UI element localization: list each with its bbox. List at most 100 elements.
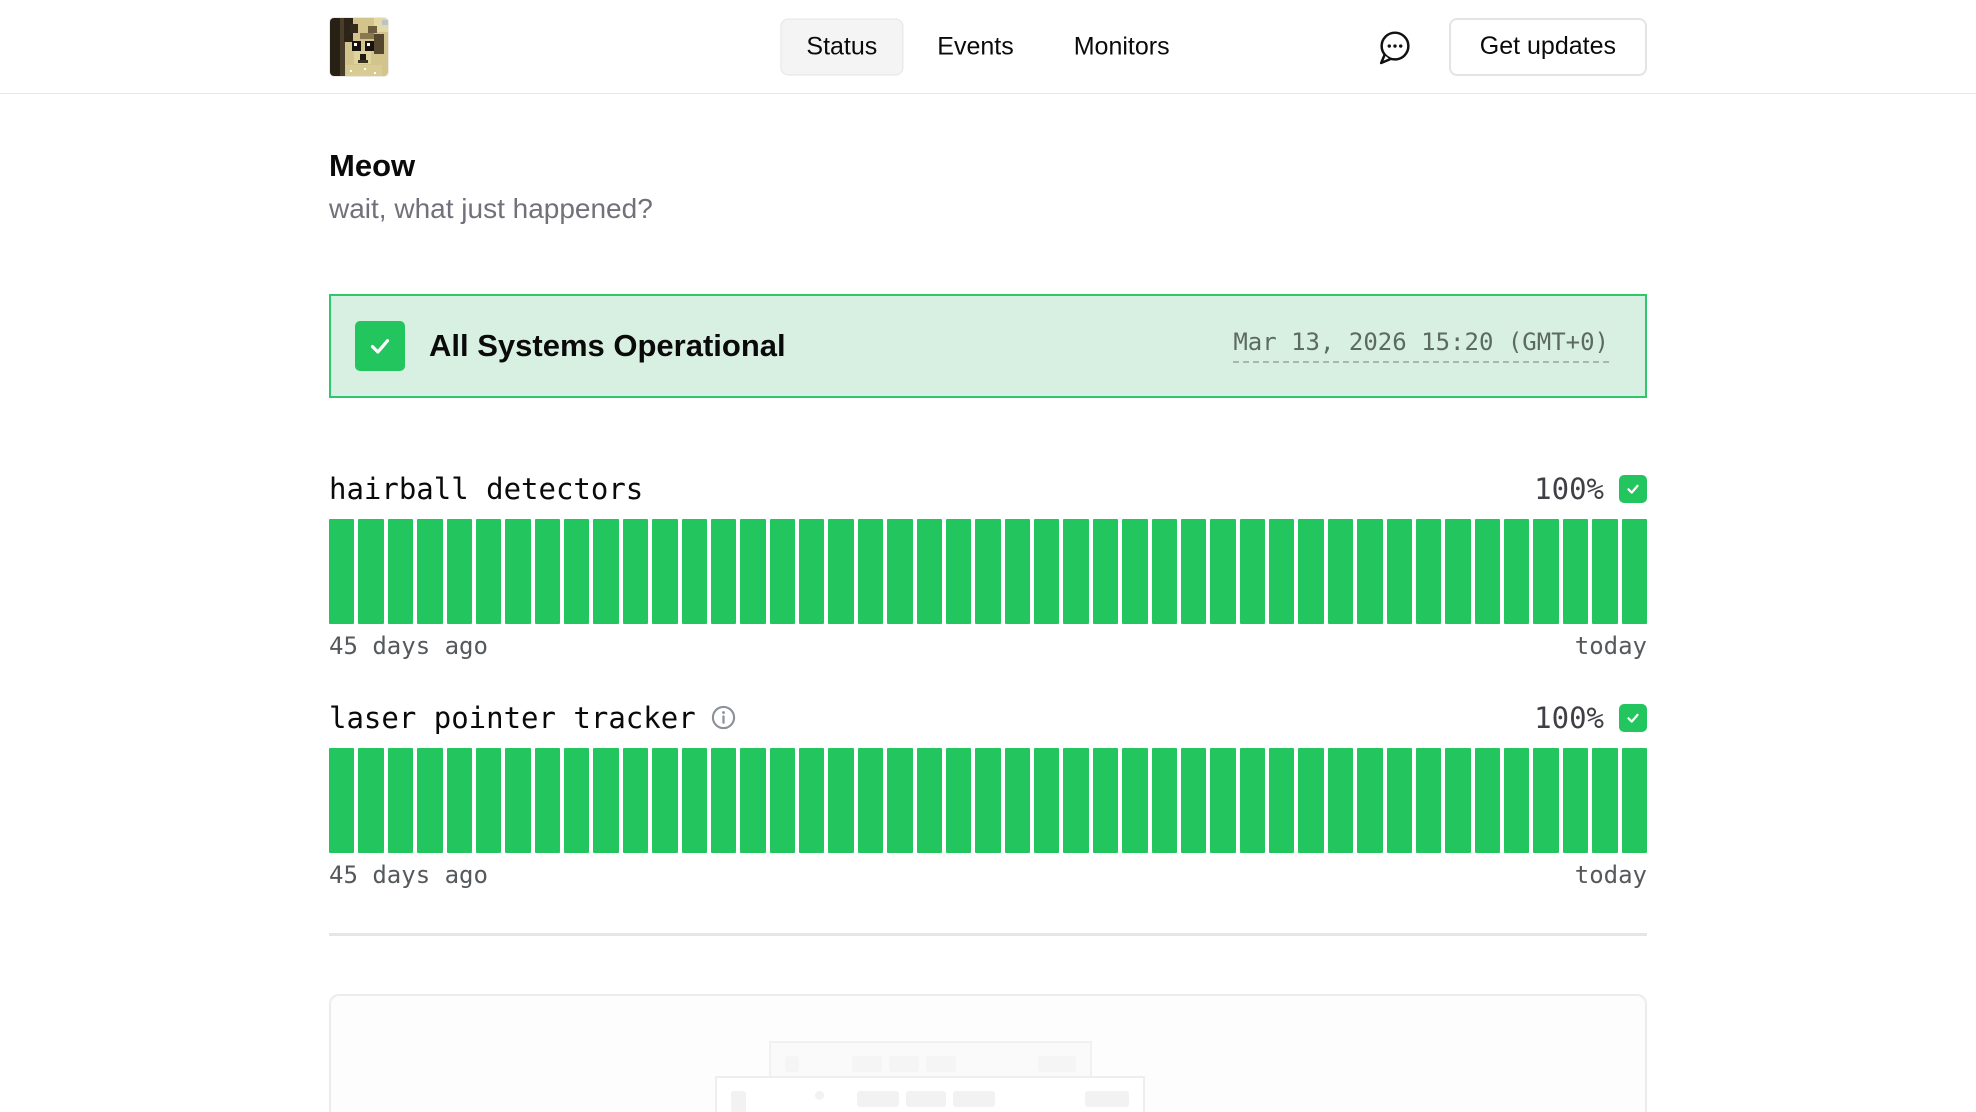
uptime-day-bar[interactable]: [1210, 519, 1235, 624]
nav-tab-status[interactable]: Status: [780, 18, 903, 75]
uptime-day-bar[interactable]: [388, 519, 413, 624]
uptime-day-bar[interactable]: [358, 519, 383, 624]
uptime-day-bar[interactable]: [1240, 519, 1265, 624]
uptime-day-bar[interactable]: [1387, 519, 1412, 624]
uptime-day-bar[interactable]: [858, 748, 883, 853]
uptime-day-bar[interactable]: [711, 519, 736, 624]
uptime-day-bar[interactable]: [505, 748, 530, 853]
uptime-day-bar[interactable]: [1122, 519, 1147, 624]
skeleton-chip: [731, 1091, 746, 1112]
uptime-day-bar[interactable]: [1122, 748, 1147, 853]
uptime-day-bar[interactable]: [417, 519, 442, 624]
uptime-day-bar[interactable]: [1592, 748, 1617, 853]
uptime-day-bar[interactable]: [1416, 748, 1441, 853]
uptime-day-bar[interactable]: [1093, 748, 1118, 853]
uptime-day-bar[interactable]: [799, 519, 824, 624]
uptime-day-bar[interactable]: [476, 748, 501, 853]
uptime-day-bar[interactable]: [682, 748, 707, 853]
uptime-day-bar[interactable]: [1005, 519, 1030, 624]
uptime-day-bar[interactable]: [1152, 519, 1177, 624]
uptime-day-bar[interactable]: [535, 519, 560, 624]
uptime-day-bar[interactable]: [1416, 519, 1441, 624]
uptime-day-bar[interactable]: [1592, 519, 1617, 624]
uptime-day-bar[interactable]: [975, 519, 1000, 624]
uptime-day-bar[interactable]: [858, 519, 883, 624]
uptime-day-bar[interactable]: [946, 519, 971, 624]
uptime-day-bar[interactable]: [447, 748, 472, 853]
uptime-day-bar[interactable]: [740, 519, 765, 624]
uptime-day-bar[interactable]: [329, 748, 354, 853]
uptime-day-bar[interactable]: [1181, 748, 1206, 853]
uptime-day-bar[interactable]: [593, 519, 618, 624]
uptime-day-bar[interactable]: [564, 519, 589, 624]
uptime-day-bar[interactable]: [946, 748, 971, 853]
get-updates-button[interactable]: Get updates: [1449, 18, 1647, 76]
uptime-day-bar[interactable]: [1063, 748, 1088, 853]
site-logo[interactable]: [329, 17, 389, 77]
uptime-day-bar[interactable]: [1093, 519, 1118, 624]
uptime-day-bar[interactable]: [1563, 748, 1588, 853]
uptime-day-bar[interactable]: [770, 519, 795, 624]
uptime-day-bar[interactable]: [417, 748, 442, 853]
uptime-day-bar[interactable]: [564, 748, 589, 853]
uptime-day-bar[interactable]: [828, 519, 853, 624]
uptime-day-bar[interactable]: [447, 519, 472, 624]
uptime-day-bar[interactable]: [1533, 519, 1558, 624]
uptime-day-bar[interactable]: [1034, 748, 1059, 853]
uptime-day-bar[interactable]: [1563, 519, 1588, 624]
uptime-day-bar[interactable]: [1005, 748, 1030, 853]
uptime-day-bar[interactable]: [1445, 519, 1470, 624]
uptime-day-bar[interactable]: [828, 748, 853, 853]
uptime-day-bar[interactable]: [740, 748, 765, 853]
uptime-day-bar[interactable]: [1269, 748, 1294, 853]
uptime-day-bar[interactable]: [358, 748, 383, 853]
uptime-day-bar[interactable]: [1298, 748, 1323, 853]
nav-tab-monitors[interactable]: Monitors: [1048, 18, 1196, 75]
uptime-day-bar[interactable]: [799, 748, 824, 853]
uptime-day-bar[interactable]: [1504, 519, 1529, 624]
uptime-day-bar[interactable]: [887, 748, 912, 853]
uptime-day-bar[interactable]: [1034, 519, 1059, 624]
operational-check-icon: [355, 321, 405, 371]
uptime-day-bar[interactable]: [1240, 748, 1265, 853]
uptime-day-bar[interactable]: [682, 519, 707, 624]
uptime-day-bar[interactable]: [1210, 748, 1235, 853]
uptime-day-bar[interactable]: [329, 519, 354, 624]
nav-tab-events[interactable]: Events: [911, 18, 1039, 75]
uptime-day-bar[interactable]: [1298, 519, 1323, 624]
uptime-day-bar[interactable]: [1475, 519, 1500, 624]
uptime-day-bar[interactable]: [917, 748, 942, 853]
uptime-day-bar[interactable]: [1622, 748, 1647, 853]
uptime-day-bar[interactable]: [535, 748, 560, 853]
uptime-day-bar[interactable]: [593, 748, 618, 853]
uptime-day-bar[interactable]: [623, 748, 648, 853]
uptime-day-bar[interactable]: [652, 748, 677, 853]
uptime-day-bar[interactable]: [1328, 748, 1353, 853]
uptime-day-bar[interactable]: [887, 519, 912, 624]
uptime-day-bar[interactable]: [1152, 748, 1177, 853]
feedback-chat-button[interactable]: [1373, 25, 1417, 69]
uptime-day-bar[interactable]: [1622, 519, 1647, 624]
uptime-day-bar[interactable]: [652, 519, 677, 624]
uptime-day-bar[interactable]: [1533, 748, 1558, 853]
uptime-day-bar[interactable]: [623, 519, 648, 624]
uptime-day-bar[interactable]: [1357, 748, 1382, 853]
status-timestamp[interactable]: Mar 13, 2026 15:20 (GMT+0): [1233, 328, 1609, 363]
uptime-day-bar[interactable]: [476, 519, 501, 624]
uptime-day-bar[interactable]: [505, 519, 530, 624]
info-icon[interactable]: [710, 704, 738, 732]
uptime-day-bar[interactable]: [388, 748, 413, 853]
uptime-day-bar[interactable]: [711, 748, 736, 853]
uptime-day-bar[interactable]: [770, 748, 795, 853]
uptime-day-bar[interactable]: [1357, 519, 1382, 624]
uptime-day-bar[interactable]: [1504, 748, 1529, 853]
uptime-day-bar[interactable]: [1063, 519, 1088, 624]
uptime-day-bar[interactable]: [917, 519, 942, 624]
uptime-day-bar[interactable]: [1475, 748, 1500, 853]
uptime-day-bar[interactable]: [1387, 748, 1412, 853]
uptime-day-bar[interactable]: [1445, 748, 1470, 853]
uptime-day-bar[interactable]: [975, 748, 1000, 853]
uptime-day-bar[interactable]: [1269, 519, 1294, 624]
uptime-day-bar[interactable]: [1328, 519, 1353, 624]
uptime-day-bar[interactable]: [1181, 519, 1206, 624]
